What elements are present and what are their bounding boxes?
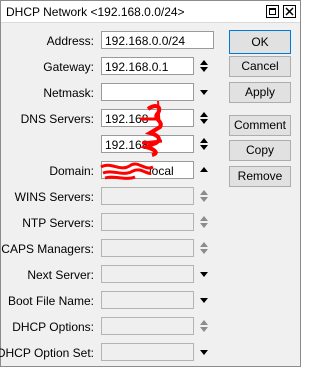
title-bar[interactable]: DHCP Network <192.168.0.0/24> [1, 1, 300, 23]
close-button[interactable] [283, 5, 296, 18]
caps-managers-label: CAPS Managers: [1, 242, 94, 256]
dns-server-1-updown-icon[interactable] [199, 112, 209, 124]
dns-servers-label: DNS Servers: [20, 112, 94, 126]
address-label: Address: [46, 34, 94, 48]
copy-button[interactable]: Copy [229, 140, 291, 161]
close-icon [285, 7, 294, 16]
boot-file-name-field[interactable] [101, 291, 194, 309]
address-field[interactable]: 192.168.0.0/24 [101, 31, 214, 49]
comment-button[interactable]: Comment [229, 115, 291, 136]
next-server-label: Next Server: [27, 268, 94, 282]
domain-collapse-icon[interactable] [199, 164, 209, 176]
dns-server-2-field[interactable]: 192.168 [101, 135, 194, 153]
ok-button[interactable]: OK [229, 30, 291, 54]
caps-managers-field[interactable] [101, 239, 194, 257]
dhcp-network-window: DHCP Network <192.168.0.0/24> Address: 1… [0, 0, 301, 367]
dhcp-option-set-label: DHCP Option Set: [0, 346, 94, 360]
gateway-field[interactable]: 192.168.0.1 [101, 57, 194, 75]
domain-field[interactable]: local [101, 161, 194, 179]
dhcp-option-set-dropdown-icon[interactable] [199, 346, 209, 358]
netmask-field[interactable] [101, 83, 194, 101]
gateway-updown-icon[interactable] [199, 60, 209, 72]
dns-server-1-field[interactable]: 192.168 [101, 109, 194, 127]
next-server-dropdown-icon[interactable] [199, 268, 209, 280]
ntp-servers-updown-icon[interactable] [199, 216, 209, 228]
next-server-field[interactable] [101, 265, 194, 283]
dns-server-2-updown-icon[interactable] [199, 138, 209, 150]
wins-servers-label: WINS Servers: [14, 190, 94, 204]
boot-file-name-label: Boot File Name: [7, 294, 94, 308]
remove-button[interactable]: Remove [229, 166, 291, 187]
dhcp-option-set-field[interactable] [101, 343, 194, 361]
ntp-servers-field[interactable] [101, 213, 194, 231]
cancel-button[interactable]: Cancel [229, 56, 291, 77]
ntp-servers-label: NTP Servers: [22, 216, 94, 230]
dhcp-options-field[interactable] [101, 317, 194, 335]
apply-button[interactable]: Apply [229, 82, 291, 103]
netmask-label: Netmask: [43, 86, 94, 100]
boot-file-name-dropdown-icon[interactable] [199, 294, 209, 306]
gateway-label: Gateway: [43, 60, 94, 74]
wins-servers-field[interactable] [101, 187, 194, 205]
domain-label: Domain: [49, 164, 94, 178]
caps-managers-updown-icon[interactable] [199, 242, 209, 254]
window-title: DHCP Network <192.168.0.0/24> [6, 5, 185, 19]
dhcp-options-label: DHCP Options: [12, 320, 94, 334]
dhcp-options-updown-icon[interactable] [199, 320, 209, 332]
restore-button[interactable] [266, 5, 279, 18]
wins-servers-updown-icon[interactable] [199, 190, 209, 202]
netmask-dropdown-icon[interactable] [199, 86, 209, 98]
